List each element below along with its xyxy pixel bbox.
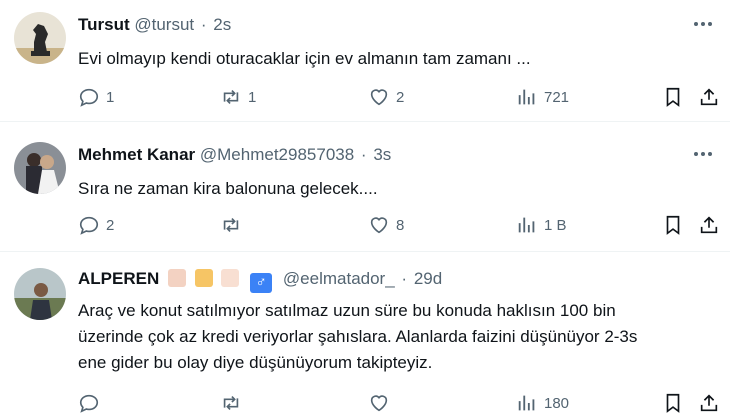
heart-icon xyxy=(370,395,388,412)
timestamp[interactable]: 29d xyxy=(414,269,442,288)
tweet-header: Mehmet Kanar @Mehmet29857038 · 3s xyxy=(78,144,391,166)
view-count: 1 B xyxy=(544,216,567,234)
punch-emoji-icon xyxy=(167,269,186,287)
user-handle[interactable]: @tursut xyxy=(134,15,194,34)
like-count: 2 xyxy=(396,88,405,106)
avatar[interactable] xyxy=(14,268,66,320)
bookmark-button[interactable] xyxy=(662,210,690,240)
tweet-header: ALPEREN ♂ @eelmatador_ · 29d xyxy=(78,268,442,293)
tweet-actions: 2 8 1 B xyxy=(78,210,718,240)
share-icon xyxy=(700,394,718,412)
skin-tone-emoji-icon xyxy=(221,269,240,287)
separator-dot: · xyxy=(401,269,408,288)
retweet-icon xyxy=(223,217,239,233)
tweet-actions: 1 1 2 721 xyxy=(78,82,718,112)
reply-button[interactable]: 2 xyxy=(78,210,114,240)
view-count: 721 xyxy=(544,88,570,106)
reply-icon xyxy=(79,88,99,107)
share-button[interactable] xyxy=(698,82,726,112)
user-handle[interactable]: @Mehmet29857038 xyxy=(200,145,354,164)
like-button[interactable] xyxy=(368,388,396,418)
ellipsis-icon xyxy=(694,152,712,156)
wedding-couple-avatar-icon xyxy=(14,142,66,194)
avatar[interactable] xyxy=(14,142,66,194)
timestamp[interactable]: 3s xyxy=(373,145,391,164)
tweet-text: Araç ve konut satılmıyor satılmaz uzun s… xyxy=(78,298,708,376)
bookmark-button[interactable] xyxy=(662,82,690,112)
views-chart-icon xyxy=(518,395,535,411)
reply-count: 2 xyxy=(106,216,115,234)
views-button[interactable]: 721 xyxy=(516,82,569,112)
bookmark-button[interactable] xyxy=(662,388,690,418)
heart-icon xyxy=(370,217,388,234)
retweet-count: 1 xyxy=(248,88,257,106)
tweet-1[interactable]: Tursut @tursut · 2s Evi olmayıp kendi ot… xyxy=(0,0,730,122)
tweet-text: Evi olmayıp kendi oturacaklar için ev al… xyxy=(78,49,531,68)
share-button[interactable] xyxy=(698,388,726,418)
bookmark-icon xyxy=(666,393,680,413)
more-options-button[interactable] xyxy=(690,144,716,164)
reply-button[interactable]: 1 xyxy=(78,82,114,112)
male-sign-icon: ♂ xyxy=(250,273,273,293)
separator-dot: · xyxy=(200,15,207,34)
pray-emoji-icon xyxy=(194,269,213,287)
avatar[interactable] xyxy=(14,12,66,64)
ellipsis-icon xyxy=(694,22,712,26)
more-options-button[interactable] xyxy=(690,14,716,34)
share-icon xyxy=(700,216,718,234)
tweet-text: Sıra ne zaman kira balonuna gelecek.... xyxy=(78,179,378,198)
share-icon xyxy=(700,88,718,106)
like-button[interactable]: 8 xyxy=(368,210,404,240)
tweet-3[interactable]: ALPEREN ♂ @eelmatador_ · 29d Araç ve kon… xyxy=(0,256,730,420)
reply-icon xyxy=(79,216,99,235)
retweet-button[interactable] xyxy=(220,388,248,418)
views-button[interactable]: 180 xyxy=(516,388,569,418)
share-button[interactable] xyxy=(698,210,726,240)
reply-button[interactable] xyxy=(78,388,106,418)
retweet-button[interactable]: 1 xyxy=(220,82,256,112)
retweet-button[interactable] xyxy=(220,210,248,240)
tweet-text-line: ene gider bu olay diye düşünüyorum takip… xyxy=(78,353,433,372)
tweet-text-line: Araç ve konut satılmıyor satılmaz uzun s… xyxy=(78,301,616,320)
tweet-header: Tursut @tursut · 2s xyxy=(78,14,231,36)
tweet-2[interactable]: Mehmet Kanar @Mehmet29857038 · 3s Sıra n… xyxy=(0,130,730,252)
display-name[interactable]: Mehmet Kanar xyxy=(78,145,195,164)
heart-icon xyxy=(370,89,388,106)
views-button[interactable]: 1 B xyxy=(516,210,567,240)
retweet-icon xyxy=(223,89,239,105)
like-count: 8 xyxy=(396,216,405,234)
view-count: 180 xyxy=(544,394,570,412)
separator-dot: · xyxy=(360,145,367,164)
views-chart-icon xyxy=(518,217,535,233)
display-name[interactable]: ALPEREN xyxy=(78,269,159,288)
retweet-icon xyxy=(223,395,239,411)
bookmark-icon xyxy=(666,215,680,235)
display-name[interactable]: Tursut xyxy=(78,15,130,34)
timestamp[interactable]: 2s xyxy=(213,15,231,34)
man-outdoors-avatar-icon xyxy=(14,268,66,320)
reply-count: 1 xyxy=(106,88,115,106)
tweet-text-line: üzerinde çok az kredi veriyorlar şahısla… xyxy=(78,327,638,346)
tweet-actions: 180 xyxy=(78,388,718,418)
chess-knight-avatar-icon xyxy=(14,12,66,64)
views-chart-icon xyxy=(518,89,535,105)
user-handle[interactable]: @eelmatador_ xyxy=(283,269,395,288)
like-button[interactable]: 2 xyxy=(368,82,404,112)
bookmark-icon xyxy=(666,87,680,107)
reply-icon xyxy=(79,394,99,413)
